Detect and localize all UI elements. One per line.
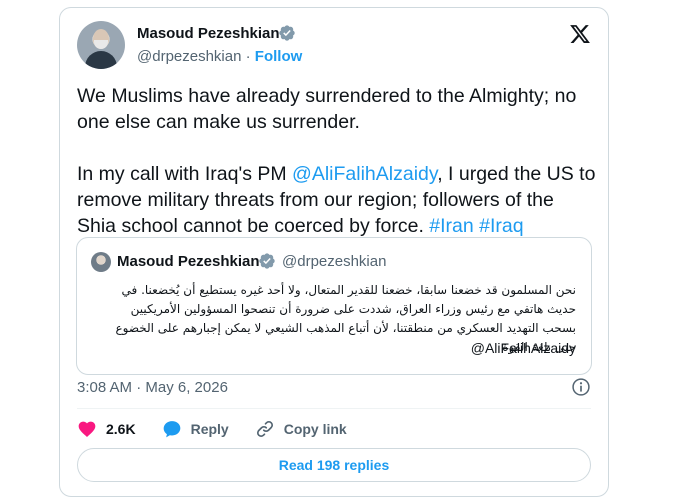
quoted-mention[interactable]: @AliFalihAlzaidy <box>471 340 576 356</box>
like-count: 2.6K <box>106 421 136 437</box>
verified-badge-icon <box>259 253 275 269</box>
quoted-author-name: Masoud Pezeshkian <box>117 253 260 270</box>
follow-button[interactable]: Follow <box>255 48 303 65</box>
tweet-header: Masoud Pezeshkian @drpezeshkian · Follow <box>77 21 591 71</box>
action-bar: 2.6K Reply Copy link <box>77 418 373 440</box>
quoted-author-avatar <box>91 252 111 272</box>
like-button[interactable]: 2.6K <box>77 419 136 439</box>
mention-link[interactable]: @AliFalihAlzaidy <box>292 163 437 185</box>
copy-link-button[interactable]: Copy link <box>255 419 347 439</box>
quoted-author-handle: @drpezeshkian <box>282 253 387 270</box>
heart-icon <box>78 421 96 437</box>
author-handle-row: @drpezeshkian · Follow <box>137 48 302 65</box>
tweet-paragraph-2: In my call with Iraq's PM @AliFalihAlzai… <box>77 161 597 239</box>
handle-separator: · <box>245 48 251 65</box>
reply-button[interactable]: Reply <box>162 419 229 439</box>
info-icon[interactable] <box>571 377 591 397</box>
read-replies-button[interactable]: Read 198 replies <box>77 448 591 482</box>
tweet-paragraph-1: We Muslims have already surrendered to t… <box>77 85 577 133</box>
x-logo-icon[interactable] <box>569 23 591 45</box>
avatar-beard <box>94 40 108 49</box>
author-avatar[interactable] <box>77 21 125 69</box>
avatar-suit <box>85 51 117 69</box>
hashtag-iran[interactable]: #Iran <box>429 215 473 237</box>
reply-label: Reply <box>190 421 229 437</box>
verified-badge-icon <box>279 25 295 41</box>
author-name[interactable]: Masoud Pezeshkian <box>137 25 280 42</box>
tweet-text-segment: In my call with Iraq's PM <box>77 163 293 185</box>
reply-bubble-icon <box>163 421 180 438</box>
tweet-card: Masoud Pezeshkian @drpezeshkian · Follow… <box>59 7 609 497</box>
quoted-tweet[interactable]: Masoud Pezeshkian @drpezeshkian نحن المس… <box>76 237 592 375</box>
tweet-timestamp[interactable]: 3:08 AM · May 6, 2026 <box>77 379 228 396</box>
link-icon <box>256 420 273 438</box>
divider <box>77 408 591 409</box>
author-handle[interactable]: @drpezeshkian <box>137 48 241 65</box>
hashtag-iraq[interactable]: #Iraq <box>479 215 523 237</box>
copy-link-label: Copy link <box>283 421 347 437</box>
